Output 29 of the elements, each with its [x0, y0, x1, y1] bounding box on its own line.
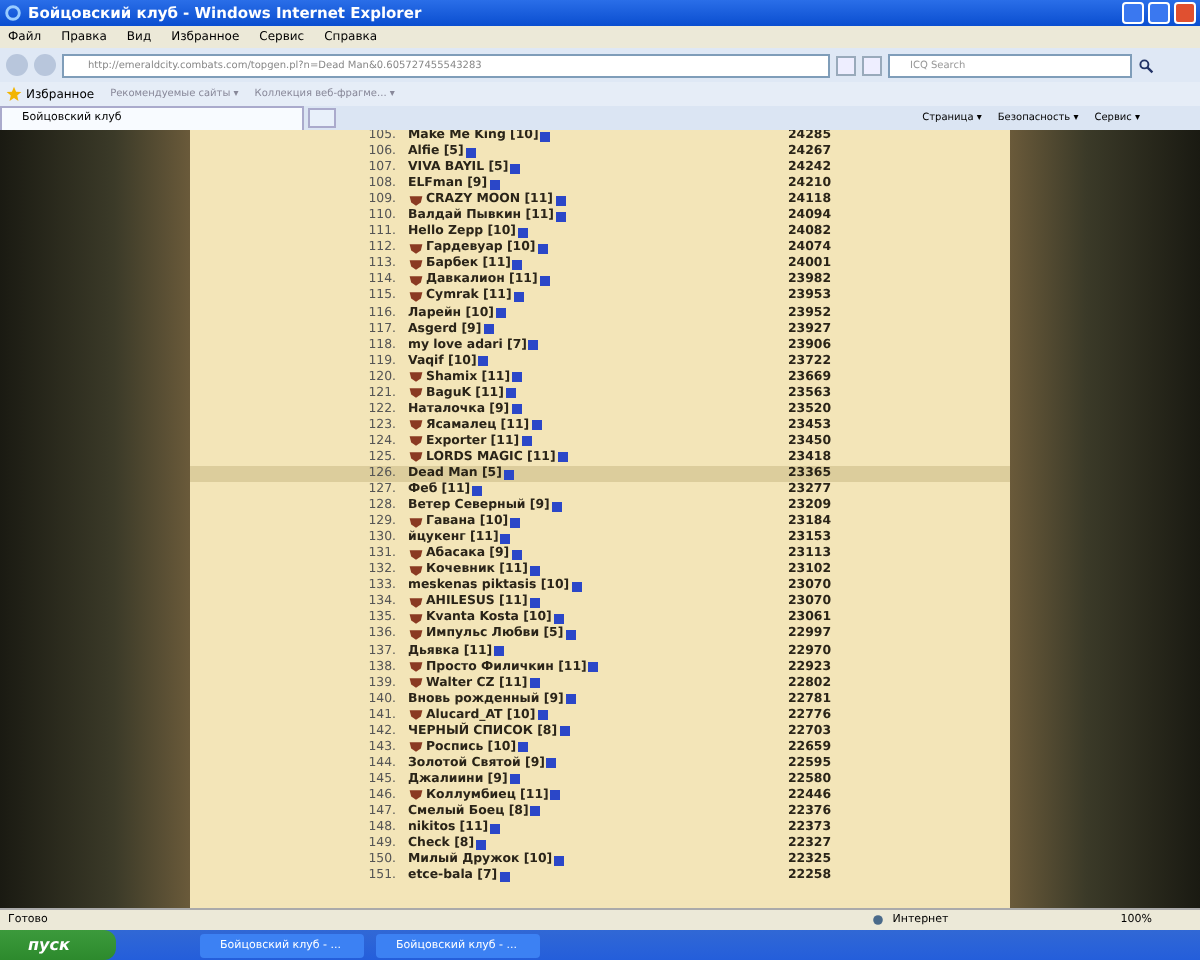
globe-icon: [872, 914, 885, 926]
info-icon[interactable]: [465, 147, 476, 158]
info-icon[interactable]: [588, 662, 599, 673]
info-icon[interactable]: [551, 501, 562, 512]
minimize-button[interactable]: [1122, 2, 1144, 24]
info-icon[interactable]: [528, 340, 539, 351]
close-button[interactable]: [1174, 2, 1196, 24]
info-icon[interactable]: [503, 469, 514, 479]
info-icon[interactable]: [546, 758, 557, 769]
info-icon[interactable]: [540, 131, 551, 142]
info-icon[interactable]: [529, 597, 540, 608]
maximize-button[interactable]: [1148, 2, 1170, 24]
info-icon[interactable]: [529, 678, 540, 689]
info-icon[interactable]: [472, 485, 483, 496]
info-icon[interactable]: [499, 871, 510, 882]
info-icon[interactable]: [494, 646, 505, 657]
info-icon[interactable]: [509, 774, 520, 785]
browser-logo-icon: [4, 4, 22, 22]
info-icon[interactable]: [539, 275, 550, 286]
search-icon[interactable]: [1138, 57, 1154, 73]
info-icon[interactable]: [518, 742, 529, 753]
info-icon[interactable]: [478, 356, 489, 367]
info-icon[interactable]: [565, 694, 576, 705]
info-icon[interactable]: [571, 581, 582, 592]
start-button[interactable]: пуск: [0, 930, 116, 960]
star-icon[interactable]: [6, 86, 22, 102]
info-icon[interactable]: [554, 855, 565, 866]
info-icon[interactable]: [512, 259, 523, 270]
info-icon[interactable]: [557, 452, 568, 463]
